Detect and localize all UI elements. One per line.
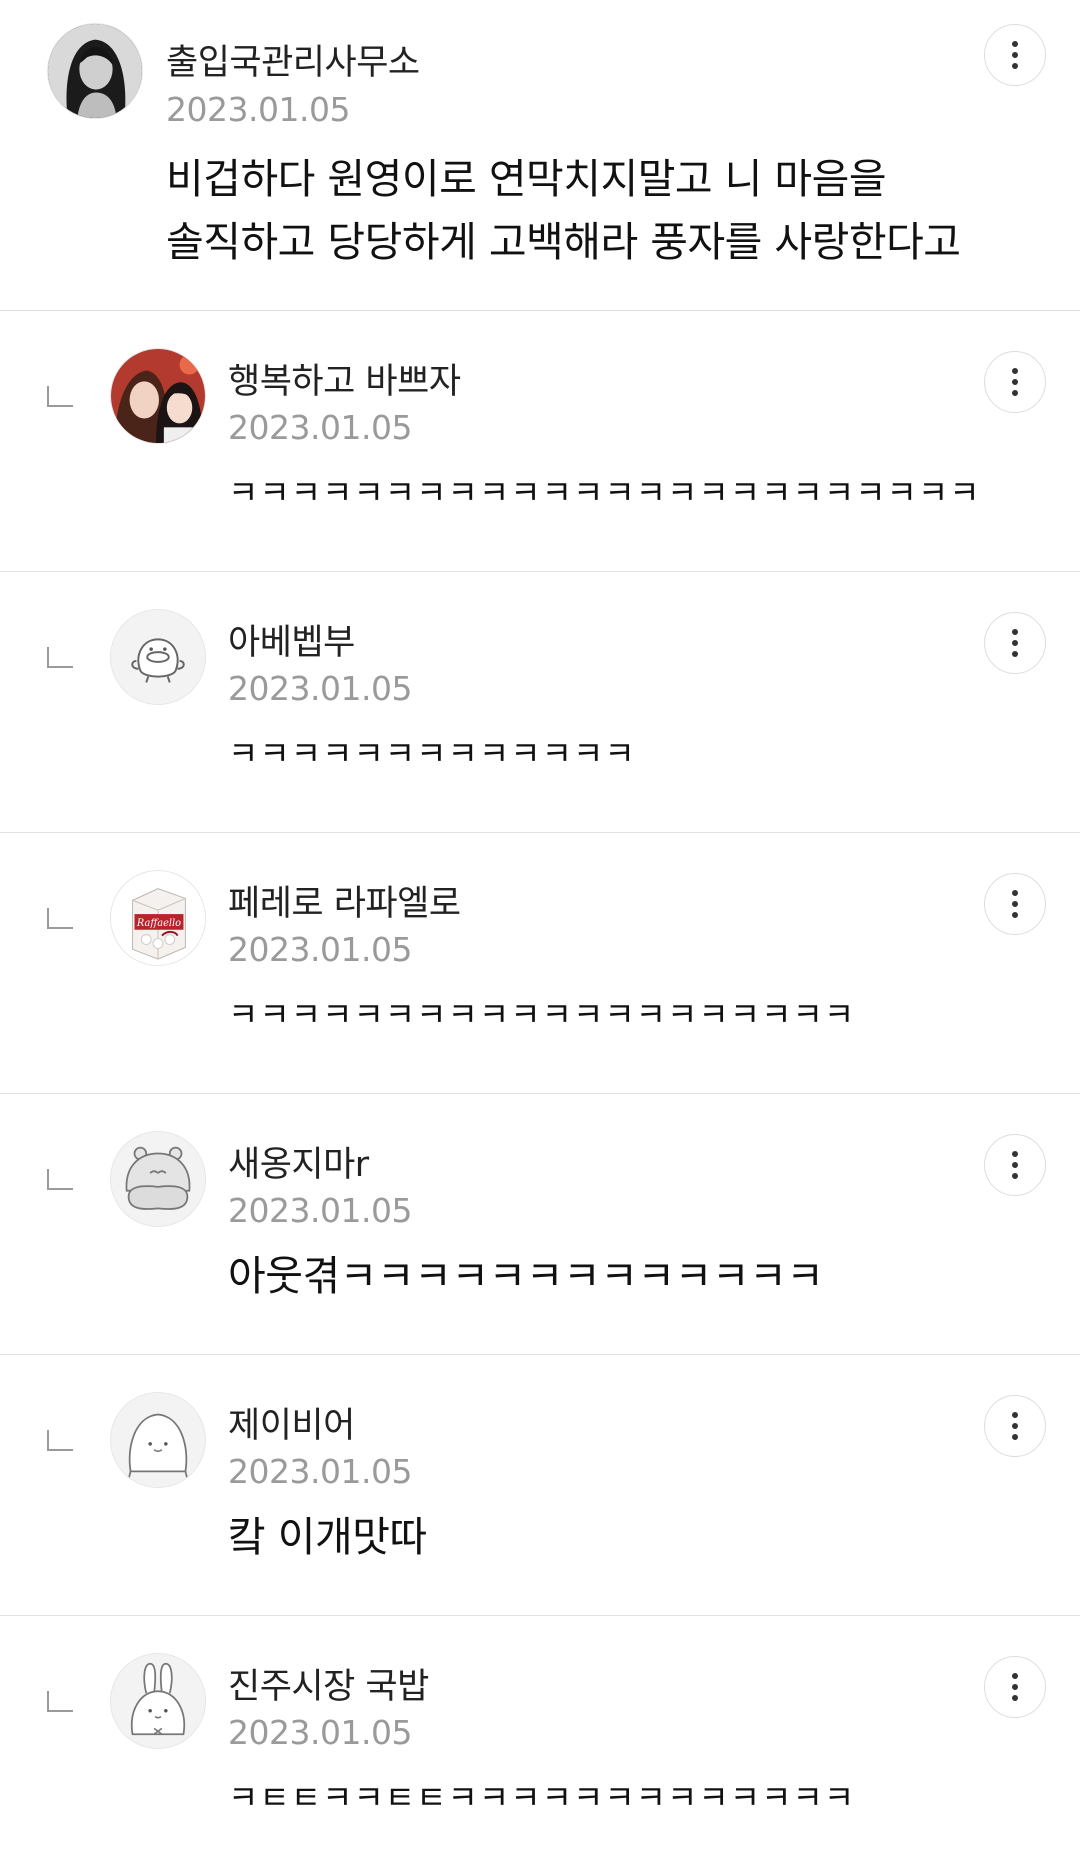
comment-date: 2023.01.05 [228, 1713, 412, 1752]
default-avatar-icon [111, 610, 205, 704]
more-options-button[interactable] [984, 351, 1046, 413]
comment-text-line: 솔직하고 당당하게 고백해라 풍자를 사랑한다고 [166, 218, 961, 266]
comment-text: 비겁하다 원영이로 연막치지말고 니 마음을 솔직하고 당당하게 고백해라 풍자… [166, 148, 961, 274]
nickname[interactable]: 출입국관리사무소 [166, 34, 420, 85]
comment-date: 2023.01.05 [228, 669, 412, 708]
nickname[interactable]: 행복하고 바쁘자 [228, 353, 461, 404]
reply-item: 제이비어 2023.01.05 캌 이개맛따 [0, 1355, 1080, 1616]
nickname[interactable]: 아베벱부 [228, 614, 355, 665]
avatar[interactable] [110, 1653, 206, 1749]
more-options-button[interactable] [984, 24, 1046, 86]
comment-date: 2023.01.05 [228, 408, 412, 447]
reply-arrow-icon [46, 1169, 74, 1191]
more-options-button[interactable] [984, 1134, 1046, 1196]
more-vertical-icon [1012, 1412, 1018, 1440]
profile-photo-icon: Raffaello [111, 871, 205, 965]
comment-date: 2023.01.05 [228, 1191, 412, 1230]
nickname[interactable]: 제이비어 [228, 1397, 355, 1448]
avatar[interactable] [110, 348, 206, 444]
reply-item: 새옹지마r 2023.01.05 아웃겪ㅋㅋㅋㅋㅋㅋㅋㅋㅋㅋㅋㅋㅋ [0, 1094, 1080, 1355]
default-avatar-icon [111, 1393, 205, 1487]
more-options-button[interactable] [984, 612, 1046, 674]
more-vertical-icon [1012, 1151, 1018, 1179]
more-vertical-icon [1012, 1673, 1018, 1701]
reply-item: 진주시장 국밥 2023.01.05 ㅋㅌㅌㅋㅋㅌㅌㅋㅋㅋㅋㅋㅋㅋㅋㅋㅋㅋㅋㅋ [0, 1616, 1080, 1871]
comment-text: ㅋㅋㅋㅋㅋㅋㅋㅋㅋㅋㅋㅋㅋㅋㅋㅋㅋㅋㅋㅋ [228, 995, 856, 1034]
comment-date: 2023.01.05 [228, 1452, 412, 1491]
reply-item: 아베벱부 2023.01.05 ㅋㅋㅋㅋㅋㅋㅋㅋㅋㅋㅋㅋㅋ [0, 572, 1080, 833]
comment-date: 2023.01.05 [228, 930, 412, 969]
reply-arrow-icon [46, 386, 74, 408]
more-vertical-icon [1012, 890, 1018, 918]
brand-logo-text: Raffaello [136, 918, 181, 929]
comment-text-line: 비겁하다 원영이로 연막치지말고 니 마음을 [166, 155, 887, 203]
more-options-button[interactable] [984, 873, 1046, 935]
comment-item: 출입국관리사무소 2023.01.05 비겁하다 원영이로 연막치지말고 니 마… [0, 0, 1080, 311]
reply-item: 행복하고 바쁘자 2023.01.05 ㅋㅋㅋㅋㅋㅋㅋㅋㅋㅋㅋㅋㅋㅋㅋㅋㅋㅋㅋㅋ… [0, 311, 1080, 572]
nickname[interactable]: 진주시장 국밥 [228, 1658, 429, 1709]
avatar[interactable]: Raffaello [110, 870, 206, 966]
reply-arrow-icon [46, 1430, 74, 1452]
comment-text: ㅋㅌㅌㅋㅋㅌㅌㅋㅋㅋㅋㅋㅋㅋㅋㅋㅋㅋㅋㅋ [228, 1778, 856, 1817]
more-vertical-icon [1012, 629, 1018, 657]
comment-text: 아웃겪ㅋㅋㅋㅋㅋㅋㅋㅋㅋㅋㅋㅋㅋ [228, 1252, 824, 1300]
avatar[interactable] [110, 609, 206, 705]
avatar[interactable] [110, 1131, 206, 1227]
profile-photo-icon [48, 24, 142, 118]
avatar[interactable] [47, 23, 143, 119]
reply-arrow-icon [46, 908, 74, 930]
default-avatar-icon [111, 1654, 205, 1748]
default-avatar-icon [111, 1132, 205, 1226]
avatar[interactable] [110, 1392, 206, 1488]
more-options-button[interactable] [984, 1656, 1046, 1718]
comment-text: ㅋㅋㅋㅋㅋㅋㅋㅋㅋㅋㅋㅋㅋㅋㅋㅋㅋㅋㅋㅋㅋㅋㅋㅋ [228, 473, 981, 512]
comment-text: 캌 이개맛따 [228, 1513, 427, 1561]
more-vertical-icon [1012, 41, 1018, 69]
reply-arrow-icon [46, 647, 74, 669]
comment-date: 2023.01.05 [166, 90, 350, 129]
nickname[interactable]: 페레로 라파엘로 [228, 875, 461, 926]
nickname[interactable]: 새옹지마r [228, 1136, 369, 1187]
more-options-button[interactable] [984, 1395, 1046, 1457]
profile-photo-icon [111, 349, 205, 443]
reply-arrow-icon [46, 1691, 74, 1713]
comment-text: ㅋㅋㅋㅋㅋㅋㅋㅋㅋㅋㅋㅋㅋ [228, 734, 636, 773]
more-vertical-icon [1012, 368, 1018, 396]
reply-item: Raffaello 페레로 라파엘로 2023.01.05 ㅋㅋㅋㅋㅋㅋㅋㅋㅋㅋ… [0, 833, 1080, 1094]
